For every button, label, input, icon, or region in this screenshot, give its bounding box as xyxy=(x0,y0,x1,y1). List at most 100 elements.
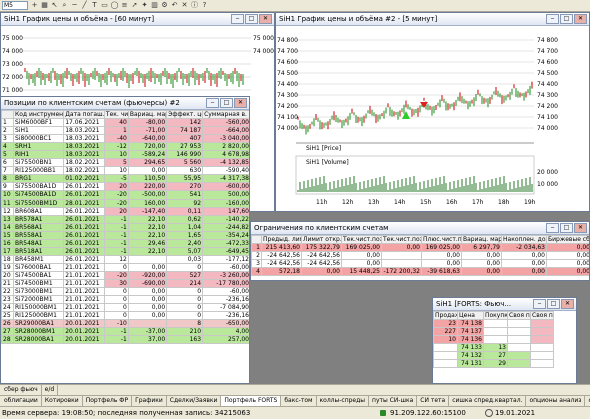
tab-item[interactable]: Портфель ФР xyxy=(83,396,133,406)
column-header[interactable]: Вариац. маржа xyxy=(461,234,502,245)
table-row[interactable]: 4 572,18 0,00 15 448,25 -172 200,32 -39 618,6… xyxy=(251,267,589,277)
column-header[interactable]: Тек.чист.поз. ( xyxy=(381,234,422,245)
table-row[interactable]: 10 Si74500BA1D 26.01.2021 -20 -500,00 541 500,… xyxy=(1,190,249,200)
timeframe-select[interactable]: M5 xyxy=(2,1,28,10)
table-row[interactable]: 19 Si76000BA1 21.01.2021 0 0,00 0 -60,00 xyxy=(1,262,249,272)
table-row[interactable]: 2 SiH1 18.03.2021 1 -71,00 74 187 -664,00 xyxy=(1,126,249,136)
window-titlebar[interactable]: Ограничения по клиентским счетам ‒ □ ✕ xyxy=(251,222,589,235)
column-header[interactable]: Своя п xyxy=(507,310,531,321)
orderbook-row[interactable]: 10 74 136 xyxy=(433,335,554,345)
tab-item[interactable]: Портфель FORTS xyxy=(221,396,282,406)
table-row[interactable]: 7 RI125000BB1 18.02.2021 10 0,00 630 -590,40 xyxy=(1,166,249,176)
table-row[interactable]: 22 Si73000BM1 21.01.2021 0 0,00 0 -60,00 xyxy=(1,287,249,297)
column-header[interactable]: Накоплен. доход xyxy=(501,234,547,245)
table-row[interactable]: 21 Si74500BM1 21.01.2021 30 -690,00 214 -17 78… xyxy=(1,278,249,289)
column-header[interactable]: Предыд. лимит xyxy=(261,234,302,245)
table-row[interactable]: 14 BR568A1 26.01.2021 -1 22,10 1,04 -244,82 xyxy=(1,222,249,232)
minimize-button[interactable]: ‒ xyxy=(533,299,546,309)
table-row[interactable]: 11 Si75500BM1D 28.01.2021 -20 160,00 92 -160,0… xyxy=(1,198,249,208)
rect-icon[interactable]: ▭ xyxy=(100,1,109,10)
maximize-button[interactable]: □ xyxy=(547,299,560,309)
table-row[interactable]: 15 BR558A1 26.01.2021 -1 22,10 1,65 -354,24 xyxy=(1,230,249,240)
undo-icon[interactable]: ↶ xyxy=(170,1,179,10)
table-row[interactable]: 1 215 413,60 175 322,79 169 025,00 0,00 169 0… xyxy=(251,243,589,253)
close-button[interactable]: ✕ xyxy=(574,223,587,233)
column-header[interactable]: Код инструмента xyxy=(12,109,65,120)
chart-window-5min[interactable]: SiH1 График цены и объёма #2 - [5 минут]… xyxy=(275,12,590,212)
positions-window[interactable]: Позиции по клиентским счетам (фьючерсы) … xyxy=(0,96,250,384)
table-row[interactable]: 27 SR28000BM1 20.01.2021 -1 -37,00 210 4,00 xyxy=(1,327,249,337)
tab-item[interactable]: опционы РТС xyxy=(585,396,590,406)
close-button[interactable]: ✕ xyxy=(574,14,587,24)
column-header[interactable]: Своя п xyxy=(530,310,554,321)
help-icon[interactable]: ? xyxy=(200,1,209,10)
hline-icon[interactable]: ─ xyxy=(70,1,79,10)
delete-icon[interactable]: ✕ xyxy=(180,1,189,10)
tab-item[interactable]: коллы-спреды xyxy=(317,396,370,406)
orderbook-row[interactable]: 74 133 13 xyxy=(433,343,554,353)
tab-item[interactable]: СИ тета xyxy=(417,396,450,406)
orderbook-row[interactable]: 23 74 138 xyxy=(433,319,554,329)
column-header[interactable]: Вариац. маржа xyxy=(127,109,168,120)
close-button[interactable]: ✕ xyxy=(234,98,247,108)
grid-icon[interactable]: ▦ xyxy=(40,1,49,10)
column-header[interactable]: Плюс.чист.поз. xyxy=(421,234,462,245)
tab-item[interactable]: Сделки/Заявки xyxy=(167,396,222,406)
table-row[interactable]: 18 BR458M1 26.01.2021 12 0,03 -177,12 xyxy=(1,254,249,264)
table-row[interactable]: 24 RI150000BM1 21.01.2021 0 0,00 0 -7 084,90 xyxy=(1,303,249,313)
minimize-button[interactable]: ‒ xyxy=(546,14,559,24)
window-titlebar[interactable]: SiH1 График цены и объёма - [60 минут] ‒… xyxy=(1,13,274,26)
close-button[interactable]: ✕ xyxy=(561,299,574,309)
tab-item[interactable]: облигации xyxy=(1,396,42,406)
maximize-button[interactable]: □ xyxy=(560,223,573,233)
minimize-button[interactable]: ‒ xyxy=(231,14,244,24)
tab-item[interactable]: Котировки xyxy=(42,396,83,406)
text-icon[interactable]: T xyxy=(90,1,99,10)
orderbook-window[interactable]: SiH1 [FORTS: Фьюч... ‒□✕ ПродажЦенаПокуп… xyxy=(432,297,577,384)
column-header[interactable]: Суммарная в. xyxy=(202,109,249,120)
window-titlebar[interactable]: SiH1 График цены и объёма #2 - [5 минут]… xyxy=(276,13,589,26)
zoom-icon[interactable]: ⌕ xyxy=(60,1,69,10)
tab-item[interactable]: e/d xyxy=(42,385,59,395)
info-icon[interactable]: ⓘ xyxy=(190,1,199,10)
window-titlebar[interactable]: Позиции по клиентским счетам (фьючерсы) … xyxy=(1,97,249,110)
table-row[interactable]: 25 RI125000BM1 21.01.2021 0 0,00 0 -236,16 xyxy=(1,311,249,321)
table-row[interactable]: 20 Si74500BA1 21.01.2021 -20 -920,00 527 -3 26… xyxy=(1,270,249,280)
tab-item[interactable]: Графики xyxy=(132,396,167,406)
table-row[interactable]: 28 SR28000BA1 20.01.2021 -1 37,00 163 257,00 xyxy=(1,335,249,345)
table-row[interactable]: 8 BRG1 01.02.2021 -5 110,50 55,95 -4 317,38 xyxy=(1,174,249,184)
table-row[interactable]: 5 RIH1 18.03.2021 10 -589,24 146 990 4 678,98 xyxy=(1,150,249,160)
orderbook-row[interactable]: 74 131 29 xyxy=(433,359,554,369)
maximize-button[interactable]: □ xyxy=(220,98,233,108)
table-row[interactable]: 13 BR578A1 26.01.2021 -1 22,10 0,62 -140,22 xyxy=(1,214,249,224)
table-row[interactable]: 4 SRH1 18.03.2021 -12 720,00 27 953 2 820,00 xyxy=(1,142,249,152)
column-header[interactable]: Продаж xyxy=(433,310,458,321)
table-row[interactable]: 2 -24 642,56 -24 642,56 0,00 0,00 0,00 0,00 0,0… xyxy=(251,251,589,261)
column-header[interactable]: Дата погаш. xyxy=(63,109,105,120)
column-header[interactable]: Эффект. цена xyxy=(166,109,204,120)
column-header[interactable] xyxy=(251,234,262,245)
limits-window[interactable]: Ограничения по клиентским счетам ‒ □ ✕ Пре… xyxy=(250,221,590,281)
minimize-button[interactable]: ‒ xyxy=(546,223,559,233)
settings-icon[interactable]: ⚙ xyxy=(160,1,169,10)
column-header[interactable]: Покупка xyxy=(483,310,508,321)
tab-item[interactable]: сишка спред.квартал. xyxy=(449,396,527,406)
column-header[interactable]: Тек.чист.поз. xyxy=(341,234,382,245)
tab-item[interactable]: бакс-том xyxy=(281,396,317,406)
crosshair-icon[interactable]: + xyxy=(30,1,39,10)
table-row[interactable]: 3 Si80000BC1 18.03.2021 -40 -640,00 407 -3 040… xyxy=(1,134,249,144)
table-row[interactable]: 16 BR548A1 26.01.2021 -1 29,46 2,40 -472,33 xyxy=(1,238,249,248)
fib-icon[interactable]: ≡ xyxy=(120,1,129,10)
table-row[interactable]: 1 SiM6000BF1 17.06.2021 40 -80,00 142 -560,00 xyxy=(1,118,249,128)
window-titlebar[interactable]: SiH1 [FORTS: Фьюч... ‒ □ ✕ xyxy=(433,298,576,311)
cursor-icon[interactable]: ↖ xyxy=(50,1,59,10)
ellipse-icon[interactable]: ◯ xyxy=(110,1,119,10)
maximize-button[interactable]: □ xyxy=(560,14,573,24)
table-row[interactable]: 12 BR608A1 26.01.2021 20 -147,40 0,11 147,60 xyxy=(1,206,249,216)
table-row[interactable]: 23 Si72000BM1 21.01.2021 0 0,00 0 -236,16 xyxy=(1,295,249,305)
minimize-button[interactable]: ‒ xyxy=(206,98,219,108)
column-header[interactable]: Цена xyxy=(457,310,484,321)
table-row[interactable]: 26 SR29000BA1 20.01.2021 -10 8 -650,00 xyxy=(1,319,249,329)
orderbook-row[interactable]: 227 74 137 xyxy=(433,327,554,337)
tab-item[interactable]: путы СИ-шка xyxy=(369,396,418,406)
